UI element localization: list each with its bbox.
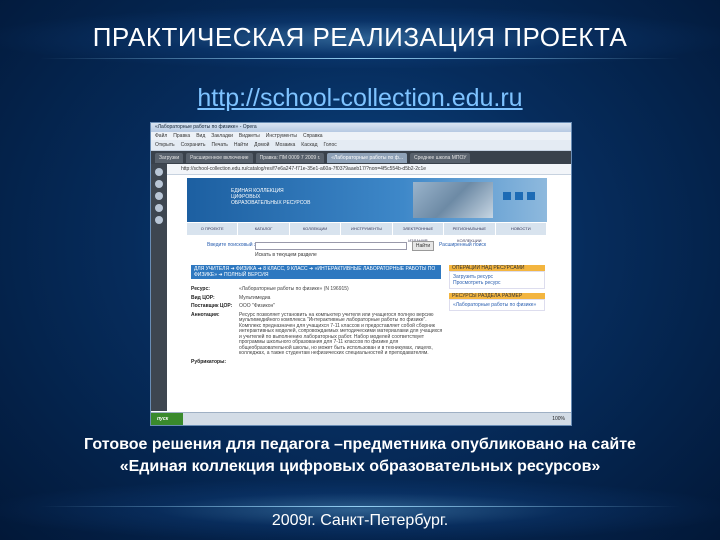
toolbar-home[interactable]: Домой (254, 140, 269, 150)
browser-toolbar: Открыть Сохранить Печать Найти Домой Моз… (151, 140, 571, 151)
browser-menu-bar: Файл Правка Вид Закладки Виджеты Инструм… (151, 132, 571, 140)
menu-tools[interactable]: Инструменты (266, 132, 297, 140)
slide-caption: Готовое решения для педагога –предметник… (0, 434, 720, 478)
taskbar: пуск 100% (151, 412, 571, 425)
menu-view[interactable]: Вид (196, 132, 205, 140)
search-row: Введите поисковый запрос Найти Расширенн… (207, 239, 537, 259)
ops-box: Загрузить ресурс Просмотреть ресурс (449, 271, 545, 289)
menu-help[interactable]: Справка (303, 132, 323, 140)
toolbar-tile[interactable]: Мозаика (275, 140, 295, 150)
tab-downloads[interactable]: Загрузки (155, 153, 184, 163)
tab-school[interactable]: Среднее школа МПОУ (410, 153, 471, 163)
panel-settings-icon[interactable] (155, 180, 163, 188)
top-divider (40, 58, 680, 59)
tab-edit[interactable]: Правка: ПМ 0009 7 2009 г. (255, 153, 325, 163)
nav-catalog[interactable]: КАТАЛОГ (238, 223, 290, 235)
toolbar-voice[interactable]: Голос (324, 140, 337, 150)
nav-tools[interactable]: ИНСТРУМЕНТЫ (341, 223, 393, 235)
section-resources-box: «Лабораторные работы по физике» (449, 299, 545, 311)
right-column: ОПЕРАЦИИ НАД РЕСУРСАМИ Загрузить ресурс … (449, 265, 545, 315)
menu-edit[interactable]: Правка (173, 132, 190, 140)
start-button[interactable]: пуск (151, 413, 183, 425)
section-resource-link[interactable]: «Лабораторные работы по физике» (453, 302, 541, 308)
zoom-level[interactable]: 100% (552, 413, 565, 425)
menu-widgets[interactable]: Виджеты (239, 132, 260, 140)
table-row: Поставщик ЦОР: ООО "Физикон" (191, 303, 276, 309)
tab-extended[interactable]: Расширенное включение (186, 153, 253, 163)
bottom-glow (0, 480, 720, 540)
table-row: Вид ЦОР: Мультимедиа (191, 294, 271, 301)
toolbar-print[interactable]: Печать (212, 140, 228, 150)
toolbar-open[interactable]: Открыть (155, 140, 175, 150)
browser-side-panel (151, 164, 167, 411)
panel-history-icon[interactable] (155, 204, 163, 212)
caption-line-1: Готовое решения для педагога –предметник… (84, 436, 636, 453)
nav-about[interactable]: О ПРОЕКТЕ (187, 223, 239, 235)
panel-notes-icon[interactable] (155, 192, 163, 200)
site-banner: ЕДИНАЯ КОЛЛЕКЦИЯ ЦИФРОВЫХ ОБРАЗОВАТЕЛЬНЫ… (187, 178, 547, 222)
page-content: ЕДИНАЯ КОЛЛЕКЦИЯ ЦИФРОВЫХ ОБРАЗОВАТЕЛЬНЫ… (167, 175, 567, 411)
slide-footer: 2009г. Санкт-Петербург. (271, 512, 449, 529)
toolbar-cascade[interactable]: Каскад (301, 140, 317, 150)
lang-button[interactable] (515, 192, 523, 200)
advanced-search-link[interactable]: Расширенный поиск (439, 242, 486, 248)
panel-bookmarks-icon[interactable] (155, 168, 163, 176)
caption-line-2: «Единая коллекция цифровых образовательн… (119, 458, 601, 475)
menu-file[interactable]: Файл (155, 132, 167, 140)
breadcrumb[interactable]: ДЛЯ УЧИТЕЛЯ ➜ ФИЗИКА ➜ 8 КЛАСС, 9 КЛАСС … (191, 265, 441, 279)
view-resource-link[interactable]: Просмотреть ресурс (453, 280, 541, 286)
tab-lab-works[interactable]: «Лабораторные работы по ф... (327, 153, 408, 163)
bottom-divider (40, 506, 680, 507)
search-button[interactable]: Найти (412, 241, 434, 251)
slide-title: ПРАКТИЧЕСКАЯ РЕАЛИЗАЦИЯ ПРОЕКТА (92, 22, 628, 52)
nav-news[interactable]: НОВОСТИ (496, 223, 547, 235)
search-input[interactable] (255, 242, 407, 250)
browser-title-bar: «Лабораторные работы по физике» - Opera (151, 123, 571, 132)
toolbar-find[interactable]: Найти (234, 140, 248, 150)
site-logo[interactable]: ЕДИНАЯ КОЛЛЕКЦИЯ ЦИФРОВЫХ ОБРАЗОВАТЕЛЬНЫ… (231, 188, 310, 206)
address-bar[interactable]: http://school-collection.edu.ru/catalog/… (167, 164, 571, 175)
lang-button[interactable] (503, 192, 511, 200)
nav-editions[interactable]: ЭЛЕКТРОННЫЕ ИЗДАНИЯ (393, 223, 445, 243)
table-row: Рубрикаторы: (191, 358, 227, 365)
nav-collections[interactable]: КОЛЛЕКЦИИ (290, 223, 342, 235)
banner-photo (413, 182, 493, 218)
toolbar-save[interactable]: Сохранить (181, 140, 206, 150)
table-row: Ресурс: «Лабораторные работы по физике» (… (191, 286, 349, 292)
resource-details: Ресурс: «Лабораторные работы по физике» (… (191, 286, 445, 368)
search-scope-checkbox[interactable]: Искать в текущем разделе (255, 252, 317, 258)
browser-screenshot: «Лабораторные работы по физике» - Opera … (150, 122, 572, 426)
nav-regional[interactable]: РЕГИОНАЛЬНЫЕ КОЛЛЕКЦИИ (444, 223, 496, 243)
menu-bookmarks[interactable]: Закладки (211, 132, 233, 140)
browser-tab-bar: Загрузки Расширенное включение Правка: П… (151, 151, 571, 165)
site-url-link[interactable]: http://school-collection.edu.ru (0, 84, 720, 113)
lang-button[interactable] (527, 192, 535, 200)
table-row: Аннотация: Ресурс позволяет установить на… (191, 311, 443, 356)
panel-info-icon[interactable] (155, 216, 163, 224)
site-nav: О ПРОЕКТЕ КАТАЛОГ КОЛЛЕКЦИИ ИНСТРУМЕНТЫ … (187, 223, 547, 243)
